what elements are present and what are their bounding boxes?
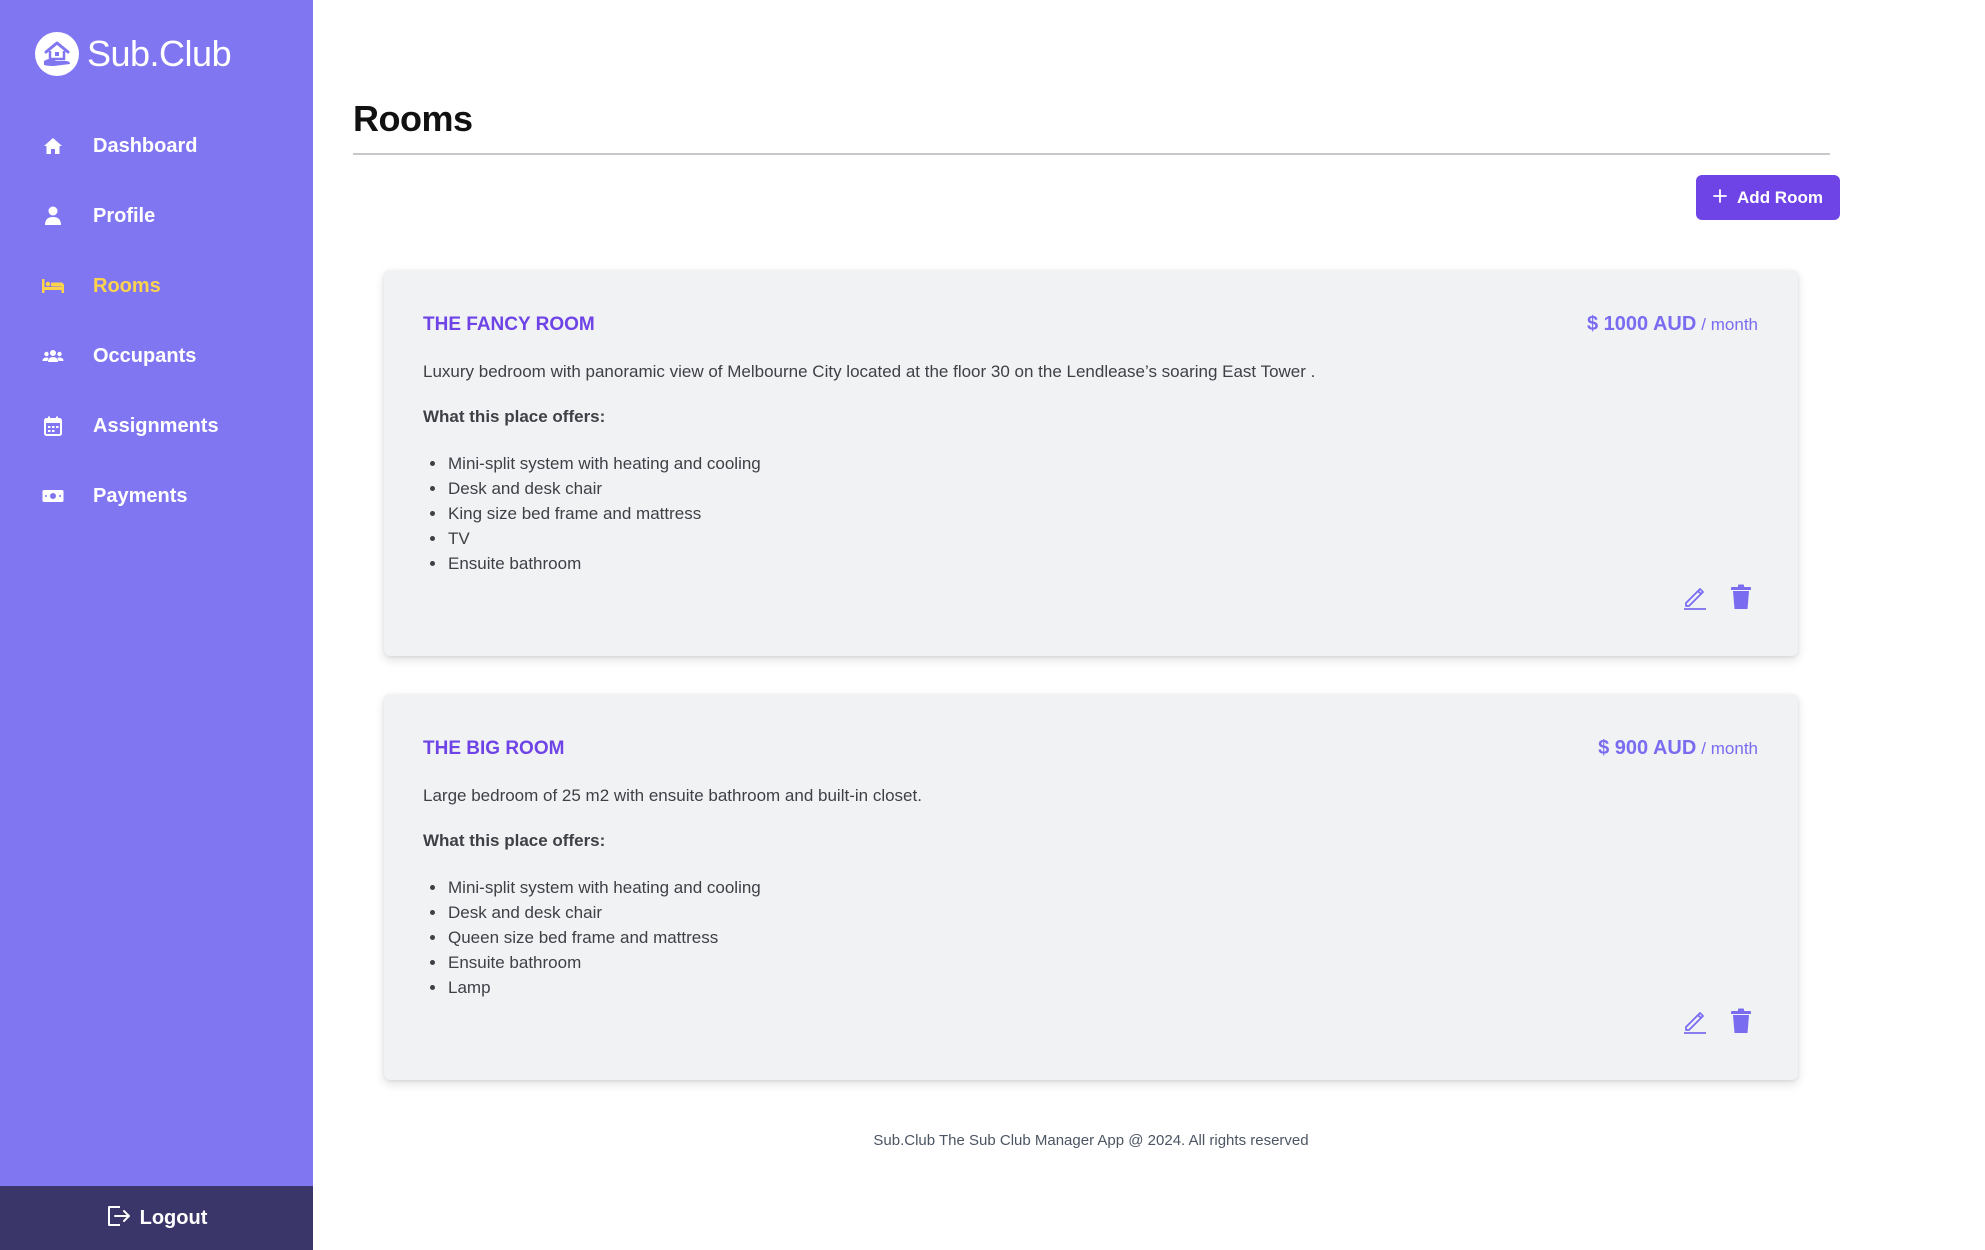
- amenity-item: Lamp: [447, 975, 761, 1000]
- house-hand-logo-icon: [35, 32, 79, 76]
- brand-name: Sub.Club: [87, 33, 232, 74]
- sidebar-nav: Dashboard Profile Rooms Occupants Assign…: [0, 111, 313, 531]
- room-price: $ 900 AUD / month: [1598, 737, 1758, 760]
- amenity-item: Ensuite bathroom: [447, 551, 761, 576]
- edit-room-button[interactable]: [1682, 1009, 1708, 1035]
- room-description: Large bedroom of 25 m2 with ensuite bath…: [423, 786, 922, 805]
- room-actions: [1682, 584, 1754, 613]
- offers-heading: What this place offers:: [423, 831, 606, 850]
- price-period: / month: [1701, 739, 1758, 758]
- price-amount: $ 900 AUD: [1598, 737, 1697, 759]
- amenity-item: Desk and desk chair: [447, 900, 761, 925]
- price-period: / month: [1701, 315, 1758, 334]
- page-title: Rooms: [353, 98, 473, 139]
- sidebar-item-profile[interactable]: Profile: [0, 181, 313, 251]
- add-room-button[interactable]: Add Room: [1696, 175, 1840, 220]
- room-description: Luxury bedroom with panoramic view of Me…: [423, 362, 1316, 381]
- sidebar-item-occupants[interactable]: Occupants: [0, 321, 313, 391]
- amenities-list: Mini-split system with heating and cooli…: [447, 875, 761, 1000]
- room-card: THE FANCY ROOM $ 1000 AUD / month Luxury…: [384, 270, 1798, 656]
- amenity-item: Queen size bed frame and mattress: [447, 925, 761, 950]
- sidebar: Sub.Club Dashboard Profile Rooms Occupan…: [0, 0, 313, 1250]
- room-name: THE BIG ROOM: [423, 738, 565, 759]
- sidebar-item-label: Payments: [93, 484, 188, 507]
- sidebar-item-label: Occupants: [93, 344, 197, 367]
- calendar-icon: [40, 413, 66, 439]
- sidebar-item-label: Profile: [93, 204, 156, 227]
- footer: Sub.Club The Sub Club Manager App @ 2024…: [873, 1132, 1309, 1149]
- logout-label: Logout: [139, 1206, 208, 1229]
- edit-room-button[interactable]: [1682, 585, 1708, 611]
- room-price: $ 1000 AUD / month: [1587, 313, 1758, 336]
- room-actions: [1682, 1008, 1754, 1037]
- logout-icon: [106, 1204, 132, 1233]
- delete-room-button[interactable]: [1728, 1008, 1754, 1037]
- money-icon: [40, 483, 66, 509]
- room-card: THE BIG ROOM $ 900 AUD / month Large bed…: [384, 694, 1798, 1080]
- users-icon: [40, 343, 66, 369]
- pencil-icon: [1682, 1008, 1708, 1037]
- user-icon: [40, 203, 66, 229]
- amenity-item: Mini-split system with heating and cooli…: [447, 875, 761, 900]
- pencil-icon: [1682, 584, 1708, 613]
- amenity-item: Mini-split system with heating and cooli…: [447, 451, 761, 476]
- title-divider: [353, 153, 1830, 155]
- sidebar-item-rooms[interactable]: Rooms: [0, 251, 313, 321]
- plus-icon: [1713, 188, 1727, 208]
- sidebar-item-payments[interactable]: Payments: [0, 461, 313, 531]
- sidebar-item-assignments[interactable]: Assignments: [0, 391, 313, 461]
- amenity-item: Ensuite bathroom: [447, 950, 761, 975]
- amenity-item: TV: [447, 526, 761, 551]
- amenities-list: Mini-split system with heating and cooli…: [447, 451, 761, 576]
- add-room-label: Add Room: [1737, 187, 1823, 207]
- trash-icon: [1730, 584, 1752, 613]
- sidebar-item-label: Assignments: [93, 414, 219, 437]
- amenity-item: King size bed frame and mattress: [447, 501, 761, 526]
- sidebar-item-dashboard[interactable]: Dashboard: [0, 111, 313, 181]
- home-icon: [40, 133, 66, 159]
- price-amount: $ 1000 AUD: [1586, 313, 1697, 335]
- sidebar-item-label: Rooms: [93, 274, 161, 297]
- brand[interactable]: Sub.Club: [35, 31, 232, 77]
- delete-room-button[interactable]: [1728, 584, 1754, 613]
- offers-heading: What this place offers:: [423, 407, 606, 426]
- room-name: THE FANCY ROOM: [423, 314, 595, 335]
- sidebar-item-label: Dashboard: [93, 134, 198, 157]
- amenity-item: Desk and desk chair: [447, 476, 761, 501]
- bed-icon: [40, 273, 66, 299]
- logout-button[interactable]: Logout: [0, 1186, 313, 1250]
- trash-icon: [1730, 1008, 1752, 1037]
